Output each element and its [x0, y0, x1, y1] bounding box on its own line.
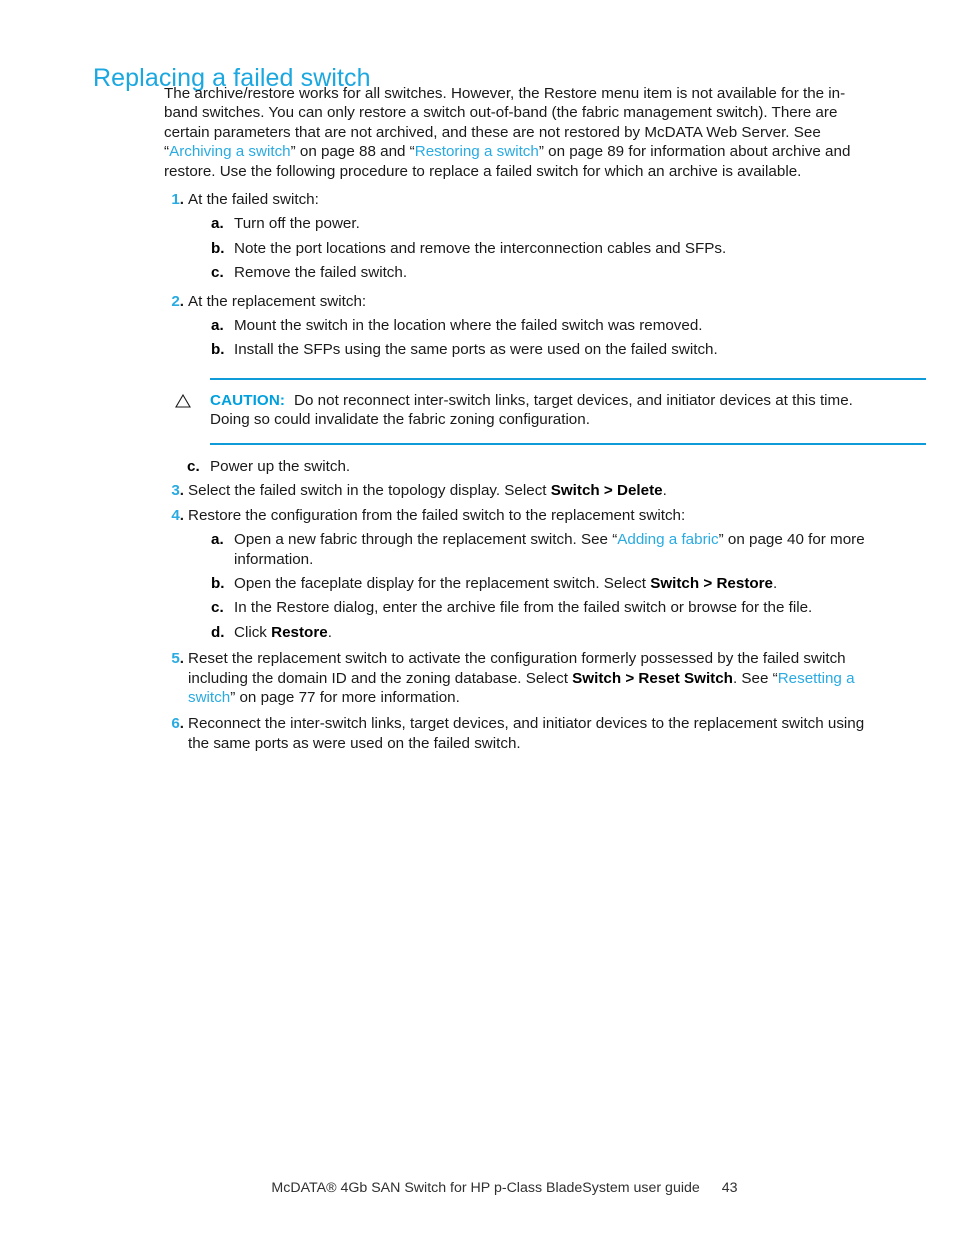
caution-admonition: CAUTION: Do not reconnect inter-switch li…	[164, 377, 926, 445]
step-5: 5. Reset the replacement switch to activ…	[164, 649, 878, 707]
step-4-substep-a-marker: a.	[211, 531, 224, 549]
step-4: 4. Restore the configuration from the fa…	[164, 506, 878, 642]
step-1-substeps: a. Turn off the power. b. Note the port …	[188, 214, 878, 282]
step-1-substep-c-marker: c.	[211, 264, 224, 282]
step-4-substep-a: a. Open a new fabric through the replace…	[211, 530, 878, 569]
step-3: 3. Select the failed switch in the topol…	[164, 481, 878, 500]
step-4-substep-a-part-1: Open a new fabric through the replacemen…	[234, 531, 618, 549]
step-2-substep-b-text: Install the SFPs using the same ports as…	[234, 341, 718, 359]
step-4-text: Restore the configuration from the faile…	[188, 506, 686, 524]
step-4-substep-b-part-1: Open the faceplate display for the repla…	[234, 574, 651, 592]
step-1-substep-a-marker: a.	[211, 215, 224, 233]
step-4-substep-d-marker: d.	[211, 623, 225, 641]
step-2-substep-b: b. Install the SFPs using the same ports…	[211, 340, 878, 359]
footer-page-number: 43	[721, 1180, 738, 1196]
step-4-substep-b-text: Open the faceplate display for the repla…	[234, 575, 777, 592]
step-4-substep-c: c. In the Restore dialog, enter the arch…	[211, 598, 878, 617]
step-1-substep-b-marker: b.	[211, 239, 225, 257]
step-2-substeps: a. Mount the switch in the location wher…	[188, 316, 878, 360]
step-4-substep-d-text: Click Restore.	[234, 624, 332, 641]
step-2-substep-b-marker: b.	[211, 341, 225, 359]
step-1-number: 1.	[171, 191, 184, 209]
step-4-substep-b-bold-command: Switch > Restore	[650, 574, 774, 592]
footer-inner: McDATA® 4Gb SAN Switch for HP p-Class Bl…	[271, 1180, 737, 1196]
step-2-text: At the replacement switch:	[188, 292, 367, 310]
step-1-substep-a-text: Turn off the power.	[234, 215, 360, 233]
step-4-substep-b: b. Open the faceplate display for the re…	[211, 574, 878, 593]
step-1-text: At the failed switch:	[188, 191, 319, 209]
step-2-substep-a-text: Mount the switch in the location where t…	[234, 317, 703, 335]
step-4-substep-d-part-2: .	[327, 623, 332, 641]
warning-triangle-icon	[175, 393, 191, 408]
caution-body: CAUTION: Do not reconnect inter-switch li…	[164, 380, 878, 443]
step-4-substep-d-bold-command: Restore	[271, 623, 328, 641]
caution-text-block: CAUTION: Do not reconnect inter-switch li…	[210, 391, 878, 430]
step-4-substep-d-part-1: Click	[234, 623, 272, 641]
step-1-substep-b-text: Note the port locations and remove the i…	[234, 239, 727, 257]
caution-rule-bottom	[210, 442, 926, 445]
step-4-substep-d: d. Click Restore.	[211, 623, 878, 642]
procedure-steps-list: 1. At the failed switch: a. Turn off the…	[164, 190, 878, 360]
step-3-text: Select the failed switch in the topology…	[188, 481, 878, 500]
step-2-substep-a: a. Mount the switch in the location wher…	[211, 316, 878, 335]
step-5-part-3: ” on page 77 for more information.	[230, 688, 460, 706]
step-3-text-part-1: Select the failed switch in the topology…	[188, 482, 551, 500]
step-4-substep-c-marker: c.	[211, 599, 224, 617]
link-archiving-a-switch[interactable]: Archiving a switch	[169, 143, 291, 160]
step-2: 2. At the replacement switch: a. Mount t…	[164, 292, 878, 360]
intro-text-part-2: ” on page 88 and “	[290, 143, 415, 161]
step-2-substep-c-text: Power up the switch.	[210, 457, 351, 475]
step-2-number: 2.	[171, 292, 184, 310]
page-footer: McDATA® 4Gb SAN Switch for HP p-Class Bl…	[0, 1180, 954, 1196]
step-4-number: 4.	[171, 506, 184, 524]
step-4-substep-b-part-2: .	[773, 574, 778, 592]
link-adding-a-fabric[interactable]: Adding a fabric	[617, 531, 718, 548]
footer-title: McDATA® 4Gb SAN Switch for HP p-Class Bl…	[271, 1180, 700, 1196]
document-page: Replacing a failed switch The archive/re…	[0, 0, 954, 1235]
step-1-substep-c: c. Remove the failed switch.	[211, 263, 878, 282]
caution-label: CAUTION:	[210, 391, 286, 409]
caution-text: Do not reconnect inter-switch links, tar…	[210, 391, 853, 429]
step-4-substep-c-text: In the Restore dialog, enter the archive…	[234, 599, 813, 617]
procedure-steps-list-continued: c. Power up the switch. 3. Select the fa…	[164, 457, 878, 753]
step-5-text: Reset the replacement switch to activate…	[188, 649, 878, 707]
step-3-number: 3.	[171, 482, 184, 500]
step-4-substeps: a. Open a new fabric through the replace…	[188, 530, 878, 642]
step-2-substep-c: c. Power up the switch.	[187, 457, 878, 476]
step-5-bold-command: Switch > Reset Switch	[572, 669, 733, 687]
step-4-substep-a-text: Open a new fabric through the replacemen…	[234, 531, 865, 567]
step-1: 1. At the failed switch: a. Turn off the…	[164, 190, 878, 283]
step-3-text-part-2: .	[662, 482, 667, 500]
step-6-text: Reconnect the inter-switch links, target…	[188, 715, 865, 752]
step-3-bold-command: Switch > Delete	[550, 482, 663, 500]
step-1-substep-b: b. Note the port locations and remove th…	[211, 239, 878, 258]
link-restoring-a-switch[interactable]: Restoring a switch	[415, 143, 539, 160]
step-5-number: 5.	[171, 650, 184, 668]
step-2-substep-a-marker: a.	[211, 317, 224, 335]
step-6-number: 6.	[171, 715, 184, 733]
step-5-part-2: . See “	[732, 669, 778, 687]
page-content: The archive/restore works for all switch…	[164, 84, 926, 753]
step-1-substep-a: a. Turn off the power.	[211, 214, 878, 233]
step-2-substep-c-marker: c.	[187, 457, 200, 475]
step-6: 6. Reconnect the inter-switch links, tar…	[164, 714, 878, 753]
intro-paragraph: The archive/restore works for all switch…	[164, 84, 878, 181]
step-1-substep-c-text: Remove the failed switch.	[234, 264, 408, 282]
step-4-substep-b-marker: b.	[211, 574, 225, 592]
